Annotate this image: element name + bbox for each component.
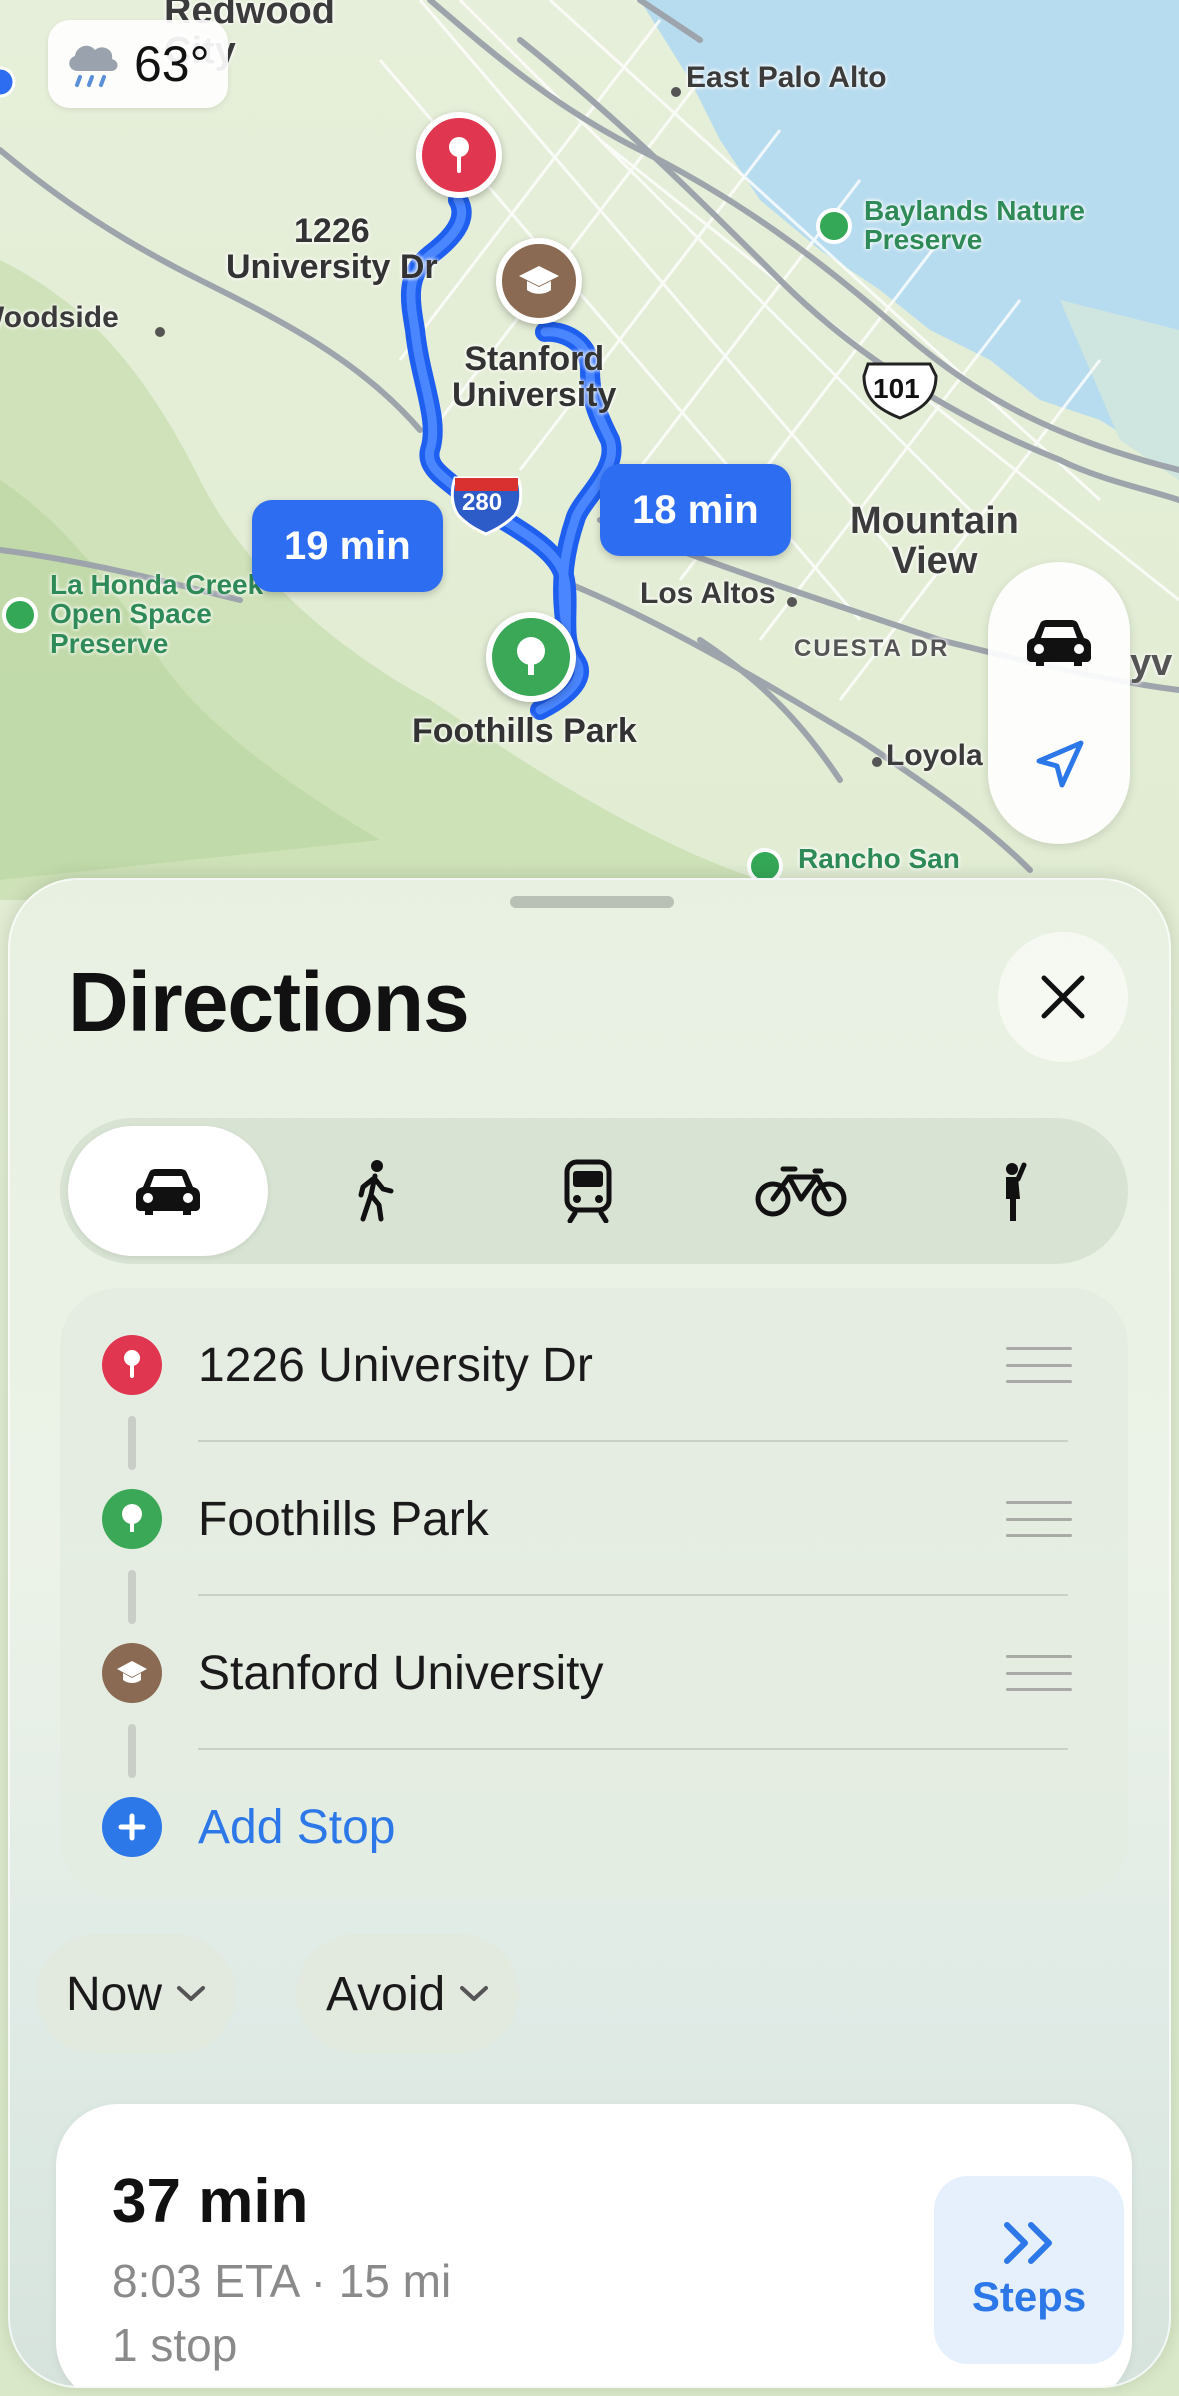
route-option-card[interactable]: 37 min 8:03 ETA · 15 mi 1 stop Steps — [56, 2104, 1132, 2386]
highway-280-label: 280 — [462, 489, 503, 516]
map-pin-icon — [449, 137, 469, 173]
stop-row-3[interactable]: Stanford University — [60, 1596, 1128, 1750]
stops-list: 1226 University Dr Foothills Park Stanfo… — [60, 1288, 1128, 1898]
time-option-button[interactable]: Now — [36, 1934, 237, 2054]
map-label-rancho-san: Rancho San — [798, 843, 960, 874]
mode-rideshare[interactable] — [907, 1126, 1120, 1256]
avoid-option-button[interactable]: Avoid — [296, 1934, 520, 2054]
add-stop-button[interactable]: Add Stop — [60, 1750, 1128, 1904]
close-button[interactable] — [998, 932, 1128, 1062]
highway-101-label: 101 — [873, 373, 920, 404]
steps-label: Steps — [971, 2273, 1087, 2320]
double-chevron-right-icon — [1004, 2222, 1052, 2264]
person-hailing-icon — [1005, 1162, 1026, 1221]
current-location-button[interactable] — [1004, 710, 1114, 820]
drag-handle-icon[interactable] — [1006, 1655, 1072, 1691]
cloud-rain-icon — [69, 45, 118, 87]
mode-drive[interactable] — [68, 1126, 268, 1256]
mode-cycle[interactable] — [694, 1126, 907, 1256]
avoid-option-label: Avoid — [326, 1967, 446, 2021]
tree-icon — [517, 637, 545, 675]
stop-label: Stanford University — [198, 1646, 604, 1700]
eta-bubble-left[interactable]: 19 min — [252, 500, 443, 592]
map-label-cuesta-dr: CUESTA DR — [794, 635, 950, 662]
stop-label: Foothills Park — [198, 1492, 489, 1546]
chevron-down-icon — [177, 1986, 206, 2001]
time-option-label: Now — [66, 1967, 163, 2021]
stanford-pin-label: Stanford University — [452, 340, 617, 414]
graduation-cap-icon — [102, 1643, 162, 1703]
map-label-loyola: Loyola — [886, 739, 983, 772]
steps-button[interactable]: Steps — [934, 2176, 1124, 2364]
foothills-pin-label: Foothills Park — [412, 712, 637, 750]
map-controls — [988, 562, 1130, 844]
chevron-down-icon — [460, 1986, 489, 2001]
car-icon — [1027, 619, 1091, 666]
map-label-los-altos: Los Altos — [640, 577, 776, 610]
foothills-pin[interactable] — [486, 612, 576, 702]
transport-mode-button[interactable] — [1004, 587, 1114, 697]
transport-mode-selector — [60, 1118, 1128, 1264]
sheet-title: Directions — [68, 955, 470, 1049]
graduation-cap-icon — [519, 266, 559, 294]
stanford-pin[interactable] — [496, 238, 582, 324]
car-icon — [136, 1169, 200, 1215]
eta-bubble-right[interactable]: 18 min — [600, 464, 791, 556]
map-label-baylands: Baylands Nature Preserve — [864, 195, 1085, 256]
map-label-woodside: Woodside — [0, 301, 119, 334]
drag-handle-icon[interactable] — [1006, 1501, 1072, 1537]
weather-widget[interactable]: 63° — [48, 20, 228, 108]
start-pin[interactable] — [416, 112, 502, 198]
route-stops: 1 stop — [112, 2319, 238, 2371]
map-pin-icon — [102, 1335, 162, 1395]
start-pin-label: 1226 University Dr — [226, 212, 438, 286]
weather-temperature: 63° — [134, 36, 210, 92]
map-label-mountain-view: Mountain View — [850, 500, 1019, 582]
train-icon — [564, 1159, 611, 1223]
map-label-east-palo-alto: East Palo Alto — [686, 61, 887, 94]
bicycle-icon — [755, 1166, 846, 1217]
close-icon — [1041, 975, 1085, 1019]
drag-handle-icon[interactable] — [1006, 1347, 1072, 1383]
map-label-la-honda: La Honda Creek Open Space Preserve — [50, 569, 264, 659]
walking-icon — [358, 1160, 393, 1222]
add-stop-label: Add Stop — [198, 1800, 396, 1854]
mode-walk[interactable] — [268, 1126, 481, 1256]
stop-row-1[interactable]: 1226 University Dr — [60, 1288, 1128, 1442]
route-duration: 37 min — [112, 2167, 309, 2236]
sheet-grabber[interactable] — [510, 896, 674, 908]
directions-sheet: Directions 1226 University Dr Foothills … — [8, 878, 1171, 2388]
tree-icon — [102, 1489, 162, 1549]
stop-row-2[interactable]: Foothills Park — [60, 1442, 1128, 1596]
mode-transit[interactable] — [481, 1126, 694, 1256]
stop-label: 1226 University Dr — [198, 1338, 593, 1392]
plus-icon — [102, 1797, 162, 1857]
route-details: 8:03 ETA · 15 mi — [112, 2255, 452, 2307]
location-arrow-icon — [1036, 740, 1084, 787]
map-label-edge: yv — [1130, 642, 1173, 684]
